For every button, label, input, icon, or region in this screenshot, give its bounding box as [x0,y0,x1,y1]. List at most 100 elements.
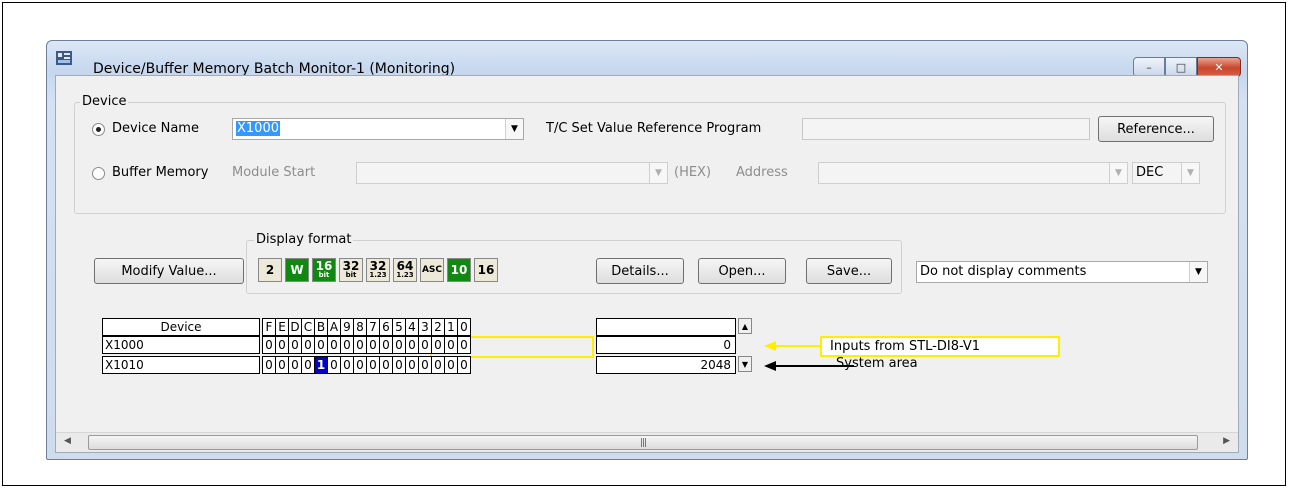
bit-header: E [275,318,289,336]
value-cell[interactable]: 0 [596,336,736,354]
inputs-annotation: Inputs from STL-DI8-V1 [820,336,1060,357]
bit-cell[interactable]: 0 [262,356,276,374]
bit-cell[interactable]: 1 [314,356,328,374]
address-combo[interactable]: ▼ [818,162,1128,184]
reference-button[interactable]: Reference... [1098,116,1214,142]
chevron-down-icon[interactable]: ▼ [505,119,523,139]
bit-cell[interactable]: 0 [340,356,354,374]
bit-cell[interactable]: 0 [314,336,328,354]
bit-cell[interactable]: 0 [418,356,432,374]
format-64float-button[interactable]: 64 1.23 [393,258,417,282]
bit-cell[interactable]: 0 [340,336,354,354]
device-name-radio[interactable] [92,123,105,136]
modify-value-button[interactable]: Modify Value... [94,258,244,284]
bit-cell[interactable]: 0 [392,356,406,374]
chevron-down-icon[interactable]: ▼ [1189,262,1207,282]
module-start-combo[interactable]: ▼ [356,162,668,184]
bit-cell[interactable]: 0 [457,336,471,354]
device-column-header-text: Device [160,320,202,334]
bit-header: 5 [392,318,406,336]
format-64float-sub: 1.23 [396,271,414,279]
open-button[interactable]: Open... [698,258,786,284]
bit-cell[interactable]: 0 [431,356,445,374]
device-cell[interactable]: X1000 [102,336,260,354]
maximize-button[interactable]: □ [1165,57,1197,77]
bit-cell[interactable]: 0 [275,336,289,354]
bit-cell[interactable]: 0 [353,356,367,374]
format-hex-button[interactable]: 16 [474,258,498,282]
format-decimal-button[interactable]: 10 [447,258,471,282]
bit-cell[interactable]: 0 [431,336,445,354]
bit-cell[interactable]: 0 [353,336,367,354]
address-label: Address [736,165,788,180]
bit-cell[interactable]: 0 [262,336,276,354]
bit-cell[interactable]: 0 [366,356,380,374]
comment-mode-combo[interactable]: Do not display comments ▼ [916,261,1208,283]
scroll-left-icon[interactable]: ◀ [64,436,71,446]
format-binary-button[interactable]: 2 [258,258,282,282]
bit-cell[interactable]: 0 [392,336,406,354]
bit-cell[interactable]: 0 [275,356,289,374]
chevron-down-icon[interactable]: ▼ [1109,163,1127,183]
bit-cell[interactable]: 0 [379,336,393,354]
bit-cell[interactable]: 0 [288,336,302,354]
scroll-right-icon[interactable]: ▶ [1223,436,1230,446]
radix-value: DEC [1136,165,1164,180]
bit-cell[interactable]: 0 [444,336,458,354]
bit-cell[interactable]: 0 [444,356,458,374]
format-decimal-label: 10 [450,263,468,277]
buffer-memory-label[interactable]: Buffer Memory [112,165,208,180]
device-name-combo[interactable]: X1000 ▼ [232,118,524,140]
value-cell[interactable]: 2048 [596,356,736,374]
bit-header: 0 [457,318,471,336]
device-cell[interactable]: X1010 [102,356,260,374]
title-bar[interactable]: Device/Buffer Memory Batch Monitor-1 (Mo… [47,41,1247,77]
bit-cell[interactable]: 0 [301,356,315,374]
buffer-memory-radio[interactable] [92,167,105,180]
format-32bit-button[interactable]: 32 bit [339,258,363,282]
hex-label: (HEX) [674,165,712,180]
bit-header: 9 [340,318,354,336]
bit-cell[interactable]: 0 [327,336,341,354]
inputs-arrowhead [764,341,776,351]
tc-set-value-field [802,118,1090,140]
format-16bit-button[interactable]: 16 bit [312,258,336,282]
details-button[interactable]: Details... [596,258,684,284]
device-name-label[interactable]: Device Name [112,121,199,136]
bit-cell[interactable]: 0 [288,356,302,374]
chevron-down-icon[interactable]: ▼ [649,163,667,183]
bit-cell[interactable]: 0 [418,336,432,354]
scrollbar-thumb[interactable]: ||| [88,435,1198,450]
bit-cell[interactable]: 0 [457,356,471,374]
module-start-label: Module Start [232,165,316,180]
bit-cell[interactable]: 0 [301,336,315,354]
bit-cell[interactable]: 0 [327,356,341,374]
bit-header: B [314,318,328,336]
save-button[interactable]: Save... [806,258,892,284]
bit-cell[interactable]: 0 [366,336,380,354]
display-format-label: Display format [254,232,354,247]
scroll-up-icon[interactable]: ▲ [738,318,752,334]
format-binary-label: 2 [265,263,275,277]
system-arrowhead [764,361,776,371]
close-icon: ✕ [1214,60,1224,74]
format-ascii-button[interactable]: ASC [420,258,444,282]
format-32float-button[interactable]: 32 1.23 [366,258,390,282]
bit-cell[interactable]: 0 [405,356,419,374]
format-hex-label: 16 [477,263,495,277]
minimize-button[interactable]: – [1133,57,1165,77]
bit-cell[interactable]: 0 [405,336,419,354]
value-column-header [596,318,736,336]
format-16bit-sub: bit [318,271,330,279]
format-word-button[interactable]: W [285,258,309,282]
chevron-down-icon[interactable]: ▼ [1181,163,1199,183]
bit-header: A [327,318,341,336]
horizontal-scrollbar[interactable]: ◀ ||| ▶ [56,432,1238,452]
close-button[interactable]: ✕ [1197,57,1241,77]
bit-header: 8 [353,318,367,336]
bit-cell[interactable]: 0 [379,356,393,374]
scroll-down-icon[interactable]: ▼ [738,356,752,372]
radix-combo[interactable]: DEC ▼ [1132,162,1200,184]
device-column-header: Device [102,318,260,336]
bit-header: 6 [379,318,393,336]
